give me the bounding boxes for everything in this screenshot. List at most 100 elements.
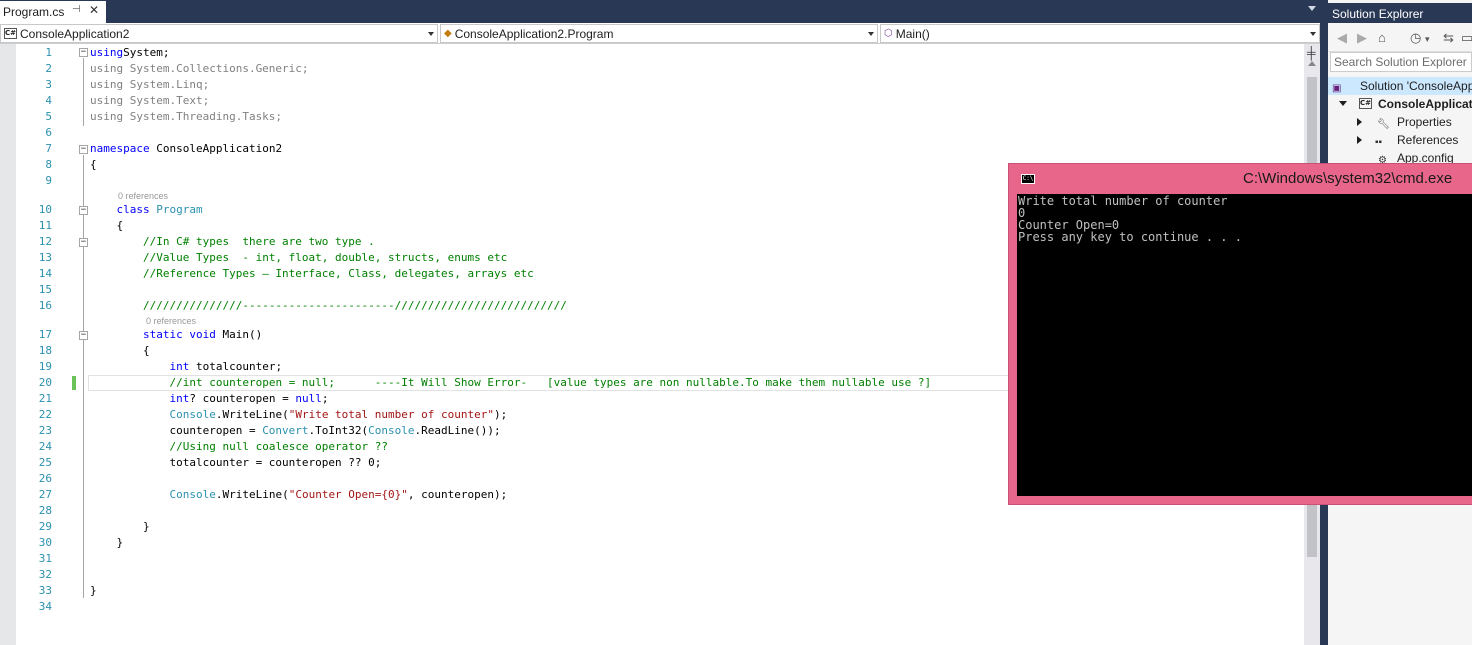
- code-token: Main(): [215, 328, 263, 341]
- code-token: ConsoleApplication2: [149, 142, 283, 155]
- chevron-down-icon[interactable]: [1310, 32, 1316, 36]
- tree-item-references[interactable]: ▪▪ References: [1328, 131, 1472, 149]
- line-number: 11: [38, 219, 52, 232]
- history-icon[interactable]: ◷: [1410, 30, 1421, 46]
- chevron-down-icon[interactable]: ▾: [1425, 34, 1430, 45]
- code-token: using System.Linq;: [90, 78, 210, 91]
- code-token: System;: [123, 46, 170, 59]
- code-line: //In C# types there are two type .: [90, 234, 375, 250]
- line-number: 9: [45, 174, 52, 187]
- code-line: //Value Types - int, float, double, stru…: [90, 250, 507, 266]
- code-token: "Counter Open={0}": [288, 488, 408, 501]
- change-indicator: [72, 376, 76, 390]
- code-token: , counteropen);: [407, 488, 508, 501]
- pin-icon[interactable]: ⊣: [72, 4, 81, 15]
- split-window-icon[interactable]: ╪: [1307, 46, 1316, 60]
- collapse-toggle[interactable]: −: [79, 206, 88, 215]
- code-token: ? counteropen =: [189, 392, 296, 405]
- scroll-up-icon[interactable]: [1308, 61, 1316, 66]
- close-icon[interactable]: ✕: [89, 3, 99, 17]
- code-line: totalcounter = counteropen ?? 0;: [90, 455, 381, 471]
- line-number: 3: [45, 78, 52, 91]
- collapsed-icon[interactable]: [1357, 118, 1362, 126]
- line-number: 26: [38, 472, 52, 485]
- class-dropdown[interactable]: ◆ ConsoleApplication2.Program: [440, 24, 878, 43]
- collapse-toggle[interactable]: −: [79, 145, 88, 154]
- cmd-console[interactable]: Write total number of counter 0 Counter …: [1017, 194, 1472, 496]
- line-number: 18: [38, 344, 52, 357]
- solution-explorer-title: Solution Explorer: [1328, 3, 1472, 23]
- tree-item-project[interactable]: C# ConsoleApplication2: [1328, 95, 1472, 113]
- chevron-down-icon[interactable]: [428, 32, 434, 36]
- code-line: {: [90, 343, 150, 359]
- line-number: 20: [38, 376, 52, 389]
- tree-item-solution[interactable]: ▣ Solution 'ConsoleApplication2': [1328, 77, 1472, 95]
- code-token: int: [169, 360, 190, 373]
- tree-item-label: Properties: [1397, 115, 1452, 129]
- project-dropdown-value: ConsoleApplication2: [20, 26, 130, 41]
- code-token: using System.Collections.Generic;: [90, 62, 309, 75]
- line-number: 22: [38, 408, 52, 421]
- solution-explorer-search[interactable]: Search Solution Explorer (Ctrl+;): [1330, 52, 1472, 72]
- line-number: 4: [45, 94, 52, 107]
- outline-line: [83, 248, 84, 302]
- chevron-down-icon[interactable]: [868, 32, 874, 36]
- collapse-toggle[interactable]: −: [79, 238, 88, 247]
- sync-icon[interactable]: ⇆: [1443, 30, 1454, 46]
- code-token: using System.Text;: [90, 94, 210, 107]
- class-references-lens[interactable]: 0 references: [118, 191, 168, 201]
- tree-item-label: References: [1397, 133, 1459, 147]
- collapse-toggle[interactable]: −: [79, 48, 88, 57]
- collapse-toggle[interactable]: −: [79, 331, 88, 340]
- code-token: void: [189, 328, 216, 341]
- forward-icon[interactable]: ▶: [1357, 30, 1367, 46]
- code-token: //Value Types - int, float, double, stru…: [142, 251, 508, 264]
- home-icon[interactable]: ⌂: [1378, 30, 1386, 45]
- code-token: {: [90, 219, 124, 232]
- line-number: 17: [38, 328, 52, 341]
- line-number: 31: [38, 552, 52, 565]
- code-token: {: [90, 158, 97, 171]
- project-dropdown[interactable]: C# ConsoleApplication2: [0, 24, 438, 43]
- back-icon[interactable]: ◀: [1337, 30, 1347, 46]
- member-dropdown[interactable]: ⬡ Main(): [880, 24, 1320, 43]
- main-references-lens[interactable]: 0 references: [146, 316, 196, 326]
- line-number: 34: [38, 600, 52, 613]
- tab-program-cs[interactable]: Program.cs ⊣ ✕: [0, 1, 106, 23]
- collapse-all-icon[interactable]: ▭: [1461, 30, 1472, 46]
- outline-line: [83, 341, 84, 528]
- line-number: 15: [38, 283, 52, 296]
- expanded-icon[interactable]: [1339, 101, 1347, 106]
- code-token: .WriteLine(: [215, 488, 289, 501]
- code-line: using System.Linq;: [90, 77, 209, 93]
- console-line: Write total number of counter: [1018, 194, 1228, 208]
- tree-item-label: ConsoleApplication2: [1378, 97, 1472, 111]
- code-line: Console.WriteLine("Write total number of…: [90, 407, 507, 423]
- code-line: Console.WriteLine("Counter Open={0}", co…: [90, 487, 507, 503]
- cmd-window[interactable]: C:\ C:\Windows\system32\cmd.exe Write to…: [1008, 163, 1472, 505]
- tab-overflow-menu-icon[interactable]: [1308, 6, 1316, 11]
- code-line: //Reference Types – Interface, Class, de…: [90, 266, 534, 282]
- code-line: {: [90, 157, 97, 173]
- csharp-project-icon: C#: [4, 28, 17, 39]
- code-token: using System.Threading.Tasks;: [90, 110, 283, 123]
- code-token: Console: [169, 488, 216, 501]
- collapsed-icon[interactable]: [1357, 136, 1362, 144]
- code-token: ///////////////-----------------------//…: [142, 299, 567, 312]
- cmd-title-bar[interactable]: C:\ C:\Windows\system32\cmd.exe: [1009, 164, 1472, 194]
- document-tab-bar: Program.cs ⊣ ✕: [0, 0, 1324, 23]
- solution-icon: ▣: [1332, 83, 1342, 94]
- line-number: 2: [45, 62, 52, 75]
- code-line: ///////////////-----------------------//…: [90, 298, 567, 314]
- code-token: counteropen =: [90, 424, 263, 437]
- tree-item-properties[interactable]: 🔧︎ Properties: [1328, 113, 1472, 131]
- line-number: 12: [38, 235, 52, 248]
